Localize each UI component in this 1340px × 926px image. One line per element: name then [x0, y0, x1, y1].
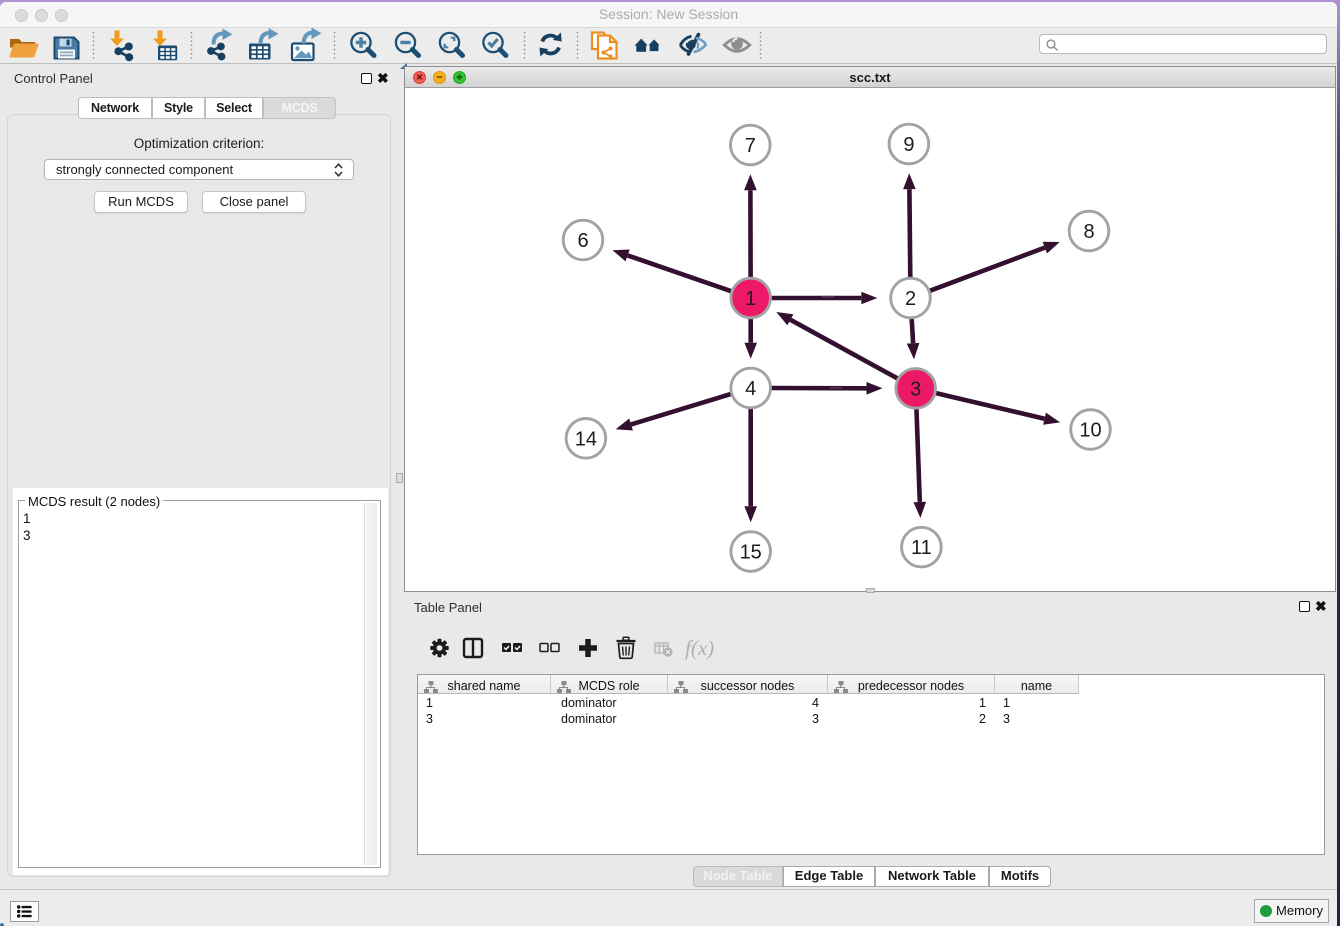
- svg-text:6: 6: [577, 230, 588, 252]
- svg-text:4: 4: [745, 378, 756, 400]
- svg-text:8: 8: [1083, 221, 1094, 243]
- svg-text:7: 7: [745, 135, 756, 157]
- svg-text:10: 10: [1079, 420, 1101, 442]
- svg-text:3: 3: [910, 378, 921, 400]
- svg-text:1: 1: [745, 288, 756, 310]
- svg-text:2: 2: [905, 288, 916, 310]
- svg-text:15: 15: [740, 542, 762, 564]
- svg-text:11: 11: [911, 537, 932, 559]
- svg-text:14: 14: [575, 428, 597, 450]
- svg-text:f(x): f(x): [685, 636, 714, 660]
- svg-text:9: 9: [903, 134, 914, 156]
